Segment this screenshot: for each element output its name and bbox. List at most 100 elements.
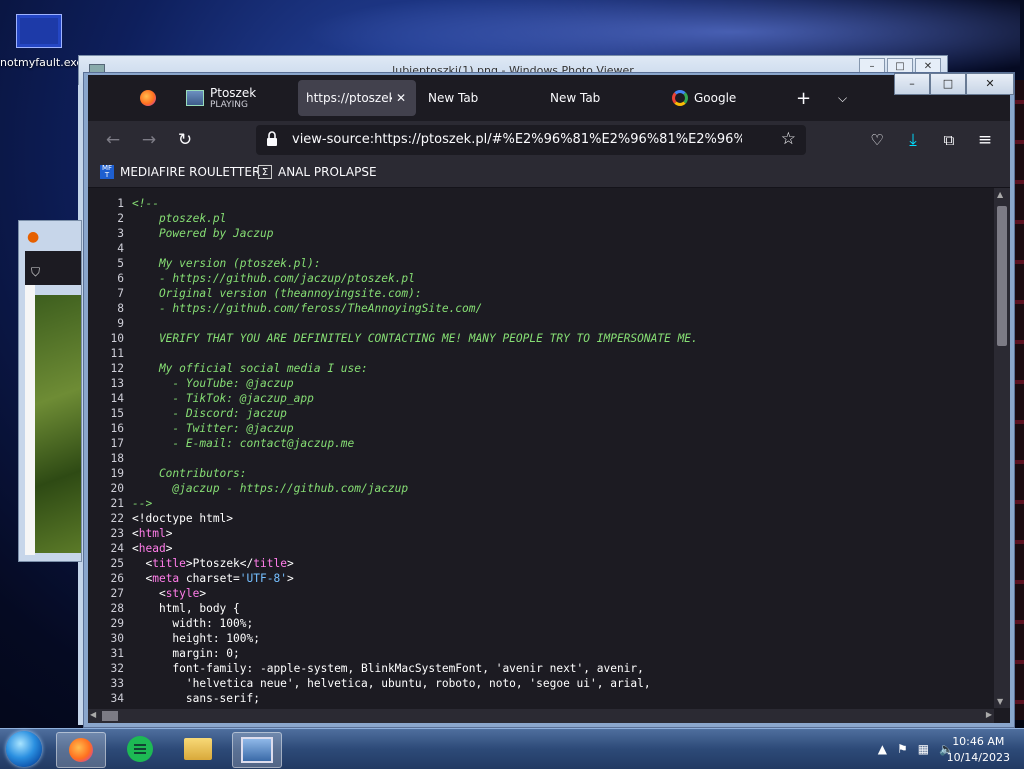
bookmark-mediafire[interactable]: MF T MEDIAFIRE ROULETTER [100, 165, 260, 179]
menu-hamburger-icon[interactable]: ≡ [974, 129, 996, 151]
line-number: 9 [117, 317, 124, 330]
source-line: 5 My version (ptoszek.pl): [88, 256, 698, 271]
tab-view-source[interactable]: https://ptoszek.pl/ ✕ [298, 80, 416, 116]
source-token: head [138, 542, 166, 555]
scroll-left-icon[interactable]: ◀ [90, 710, 96, 719]
source-line: 22 <!doctype html> [88, 511, 698, 526]
line-number: 20 [110, 482, 124, 495]
spotify-icon [127, 736, 153, 762]
line-number: 29 [110, 617, 124, 630]
start-orb-icon[interactable] [6, 731, 42, 767]
line-number: 28 [110, 602, 124, 615]
source-token: Contributors: [132, 467, 247, 480]
source-token: > [286, 557, 294, 570]
source-line: 12 My official social media I use: [88, 361, 698, 376]
close-icon[interactable]: ✕ [966, 73, 1014, 95]
source-line: 31 margin: 0; [88, 646, 698, 661]
line-number: 31 [110, 647, 124, 660]
line-number: 15 [110, 407, 124, 420]
line-number: 4 [117, 242, 124, 255]
scrollbar-thumb[interactable] [102, 711, 118, 721]
source-line: 17 - E-mail: contact@jaczup.me [88, 436, 698, 451]
line-number: 1 [117, 197, 124, 210]
desktop-icon-notmyfault[interactable]: notmyfault.exe [0, 14, 83, 69]
line-number: 27 [110, 587, 124, 600]
line-number: 10 [110, 332, 124, 345]
source-line: 10 VERIFY THAT YOU ARE DEFINITELY CONTAC… [88, 331, 698, 346]
show-hidden-icons-icon[interactable]: ▲ [878, 742, 887, 756]
vertical-scrollbar[interactable]: ▲ ▼ [994, 188, 1010, 708]
bookmark-anal-prolapse[interactable]: Σ ANAL PROLAPSE [258, 165, 377, 179]
forward-arrow-icon[interactable]: → [138, 129, 160, 151]
source-token: < [132, 557, 153, 570]
back-arrow-icon[interactable]: ← [102, 129, 124, 151]
close-tab-icon[interactable]: ✕ [396, 91, 406, 105]
source-line: 32 font-family: -apple-system, BlinkMacS… [88, 661, 698, 676]
source-token: font-family: -apple-system, BlinkMacSyst… [132, 662, 644, 675]
taskbar-explorer[interactable] [174, 732, 222, 766]
source-line: 33 'helvetica neue', helvetica, ubuntu, … [88, 676, 698, 691]
taskbar-firefox[interactable] [56, 732, 106, 768]
address-bar[interactable]: view-source:https://ptoszek.pl/#%E2%96%8… [256, 125, 806, 155]
action-center-flag-icon[interactable]: ⚑ [897, 742, 908, 756]
source-token: - TikTok: @jaczup_app [132, 392, 314, 405]
scroll-up-icon[interactable]: ▲ [997, 190, 1003, 199]
source-line: 2 ptoszek.pl [88, 211, 698, 226]
line-number: 5 [117, 257, 124, 270]
background-page-edge [25, 285, 35, 555]
tab-ptoszek[interactable]: Ptoszek PLAYING [186, 80, 294, 116]
source-token: < [132, 572, 153, 585]
view-source-content[interactable]: 1 <!-- 2 ptoszek.pl 3 Powered by Jaczup 4 5 M… [88, 188, 1010, 723]
extensions-puzzle-icon[interactable]: ⧉ [938, 129, 960, 151]
source-token: VERIFY THAT YOU ARE DEFINITELY CONTACTIN… [132, 332, 698, 345]
source-token: title [253, 557, 287, 570]
source-token: My version (ptoszek.pl): [132, 257, 321, 270]
source-token: width: 100%; [132, 617, 254, 630]
network-icon[interactable]: ▦ [918, 742, 929, 756]
line-number: 6 [117, 272, 124, 285]
tab-google[interactable]: Google [672, 80, 782, 116]
scroll-right-icon[interactable]: ▶ [986, 710, 992, 719]
source-line: 21 --> [88, 496, 698, 511]
source-token: @jaczup - https://github.com/jaczup [132, 482, 409, 495]
clock[interactable]: 10:46 AM 10/14/2023 [947, 734, 1010, 766]
new-tab-plus-icon[interactable]: + [796, 80, 816, 116]
horizontal-scrollbar[interactable]: ◀ ▶ [88, 709, 994, 723]
line-number: 3 [117, 227, 124, 240]
background-firefox-window[interactable]: ● ⛉ [18, 220, 82, 562]
source-line: 19 Contributors: [88, 466, 698, 481]
line-number: 25 [110, 557, 124, 570]
source-token: > [286, 572, 294, 585]
mediafire-icon: MF T [100, 164, 114, 179]
source-line: 29 width: 100%; [88, 616, 698, 631]
scrollbar-thumb[interactable] [997, 206, 1007, 346]
firefox-view-button[interactable] [140, 80, 164, 116]
bookmark-star-icon[interactable]: ☆ [781, 129, 796, 149]
source-token: sans-serif; [132, 692, 260, 705]
minimize-icon[interactable]: – [894, 73, 930, 95]
url-text[interactable]: view-source:https://ptoszek.pl/#%E2%96%8… [292, 132, 742, 147]
source-line: 28 html, body { [88, 601, 698, 616]
firefox-window[interactable]: – □ ✕ Ptoszek PLAYING https://ptoszek.pl… [83, 72, 1015, 728]
source-token: - Discord: jaczup [132, 407, 287, 420]
tab-label: New Tab [428, 91, 479, 105]
tab-new-tab-1[interactable]: New Tab [428, 80, 528, 116]
taskbar-photo-viewer[interactable] [232, 732, 282, 768]
tab-new-tab-2[interactable]: New Tab [550, 80, 650, 116]
source-line: 16 - Twitter: @jaczup [88, 421, 698, 436]
source-line: 23 <html> [88, 526, 698, 541]
list-tabs-chevron-icon[interactable]: ⌵ [838, 80, 858, 116]
tab-bar: Ptoszek PLAYING https://ptoszek.pl/ ✕ Ne… [88, 75, 1010, 121]
taskbar: ▲ ⚑ ▦ 🔈 10:46 AM 10/14/2023 [0, 728, 1024, 769]
source-token: > [165, 542, 173, 555]
line-number: 16 [110, 422, 124, 435]
reload-icon[interactable]: ↻ [174, 129, 196, 151]
source-token: < [132, 527, 139, 540]
line-number: 8 [117, 302, 124, 315]
scroll-down-icon[interactable]: ▼ [997, 697, 1003, 706]
lock-icon [267, 131, 277, 146]
download-icon[interactable]: ⤓ [902, 129, 924, 151]
maximize-icon[interactable]: □ [930, 73, 966, 95]
pocket-icon[interactable]: ♡ [866, 129, 888, 151]
taskbar-spotify[interactable] [116, 732, 164, 766]
